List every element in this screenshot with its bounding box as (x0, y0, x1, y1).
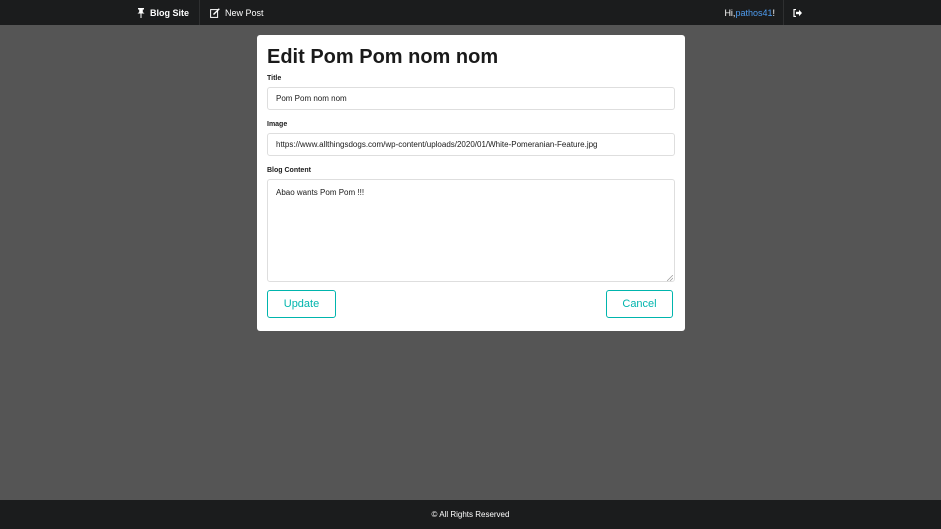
pin-icon (137, 7, 145, 18)
resize-handle-icon[interactable] (666, 274, 674, 282)
blog-content-label: Blog Content (267, 167, 311, 174)
edit-icon (210, 7, 220, 18)
cancel-button[interactable]: Cancel (606, 290, 673, 318)
page-title: Edit Pom Pom nom nom (267, 46, 499, 68)
nav-left-group: Blog Site New Post (127, 0, 274, 25)
greeting-suffix: ! (772, 7, 775, 18)
image-url-input[interactable]: https://www.allthingsdogs.com/wp-content… (267, 133, 675, 156)
footer-text: © All Rights Reserved (431, 510, 510, 519)
title-input-value: Pom Pom nom nom (276, 94, 347, 103)
new-post-link[interactable]: New Post (200, 0, 274, 25)
sign-out-icon (793, 4, 802, 22)
username-link[interactable]: pathos41 (735, 8, 772, 18)
blog-content-value: Abao wants Pom Pom !!! (276, 188, 365, 197)
footer: © All Rights Reserved (0, 500, 941, 529)
blog-content-textarea[interactable]: Abao wants Pom Pom !!! (267, 179, 675, 282)
brand-label: Blog Site (150, 7, 190, 18)
new-post-label: New Post (225, 7, 264, 18)
brand-link[interactable]: Blog Site (127, 0, 201, 25)
update-button[interactable]: Update (267, 290, 336, 318)
user-greeting: Hi, pathos41 ! (716, 0, 783, 25)
form-actions: Update Cancel (267, 290, 675, 318)
edit-post-card: Edit Pom Pom nom nom Title Pom Pom nom n… (257, 35, 685, 331)
greeting-prefix: Hi, (724, 7, 736, 18)
nav-right-group: Hi, pathos41 ! (716, 0, 811, 25)
title-input[interactable]: Pom Pom nom nom (267, 87, 675, 110)
image-label: Image (267, 121, 288, 128)
title-label: Title (267, 75, 282, 82)
top-navbar: Blog Site New Post Hi, pathos41 ! (0, 0, 941, 25)
image-input-value: https://www.allthingsdogs.com/wp-content… (276, 140, 598, 149)
logout-button[interactable] (783, 0, 811, 25)
